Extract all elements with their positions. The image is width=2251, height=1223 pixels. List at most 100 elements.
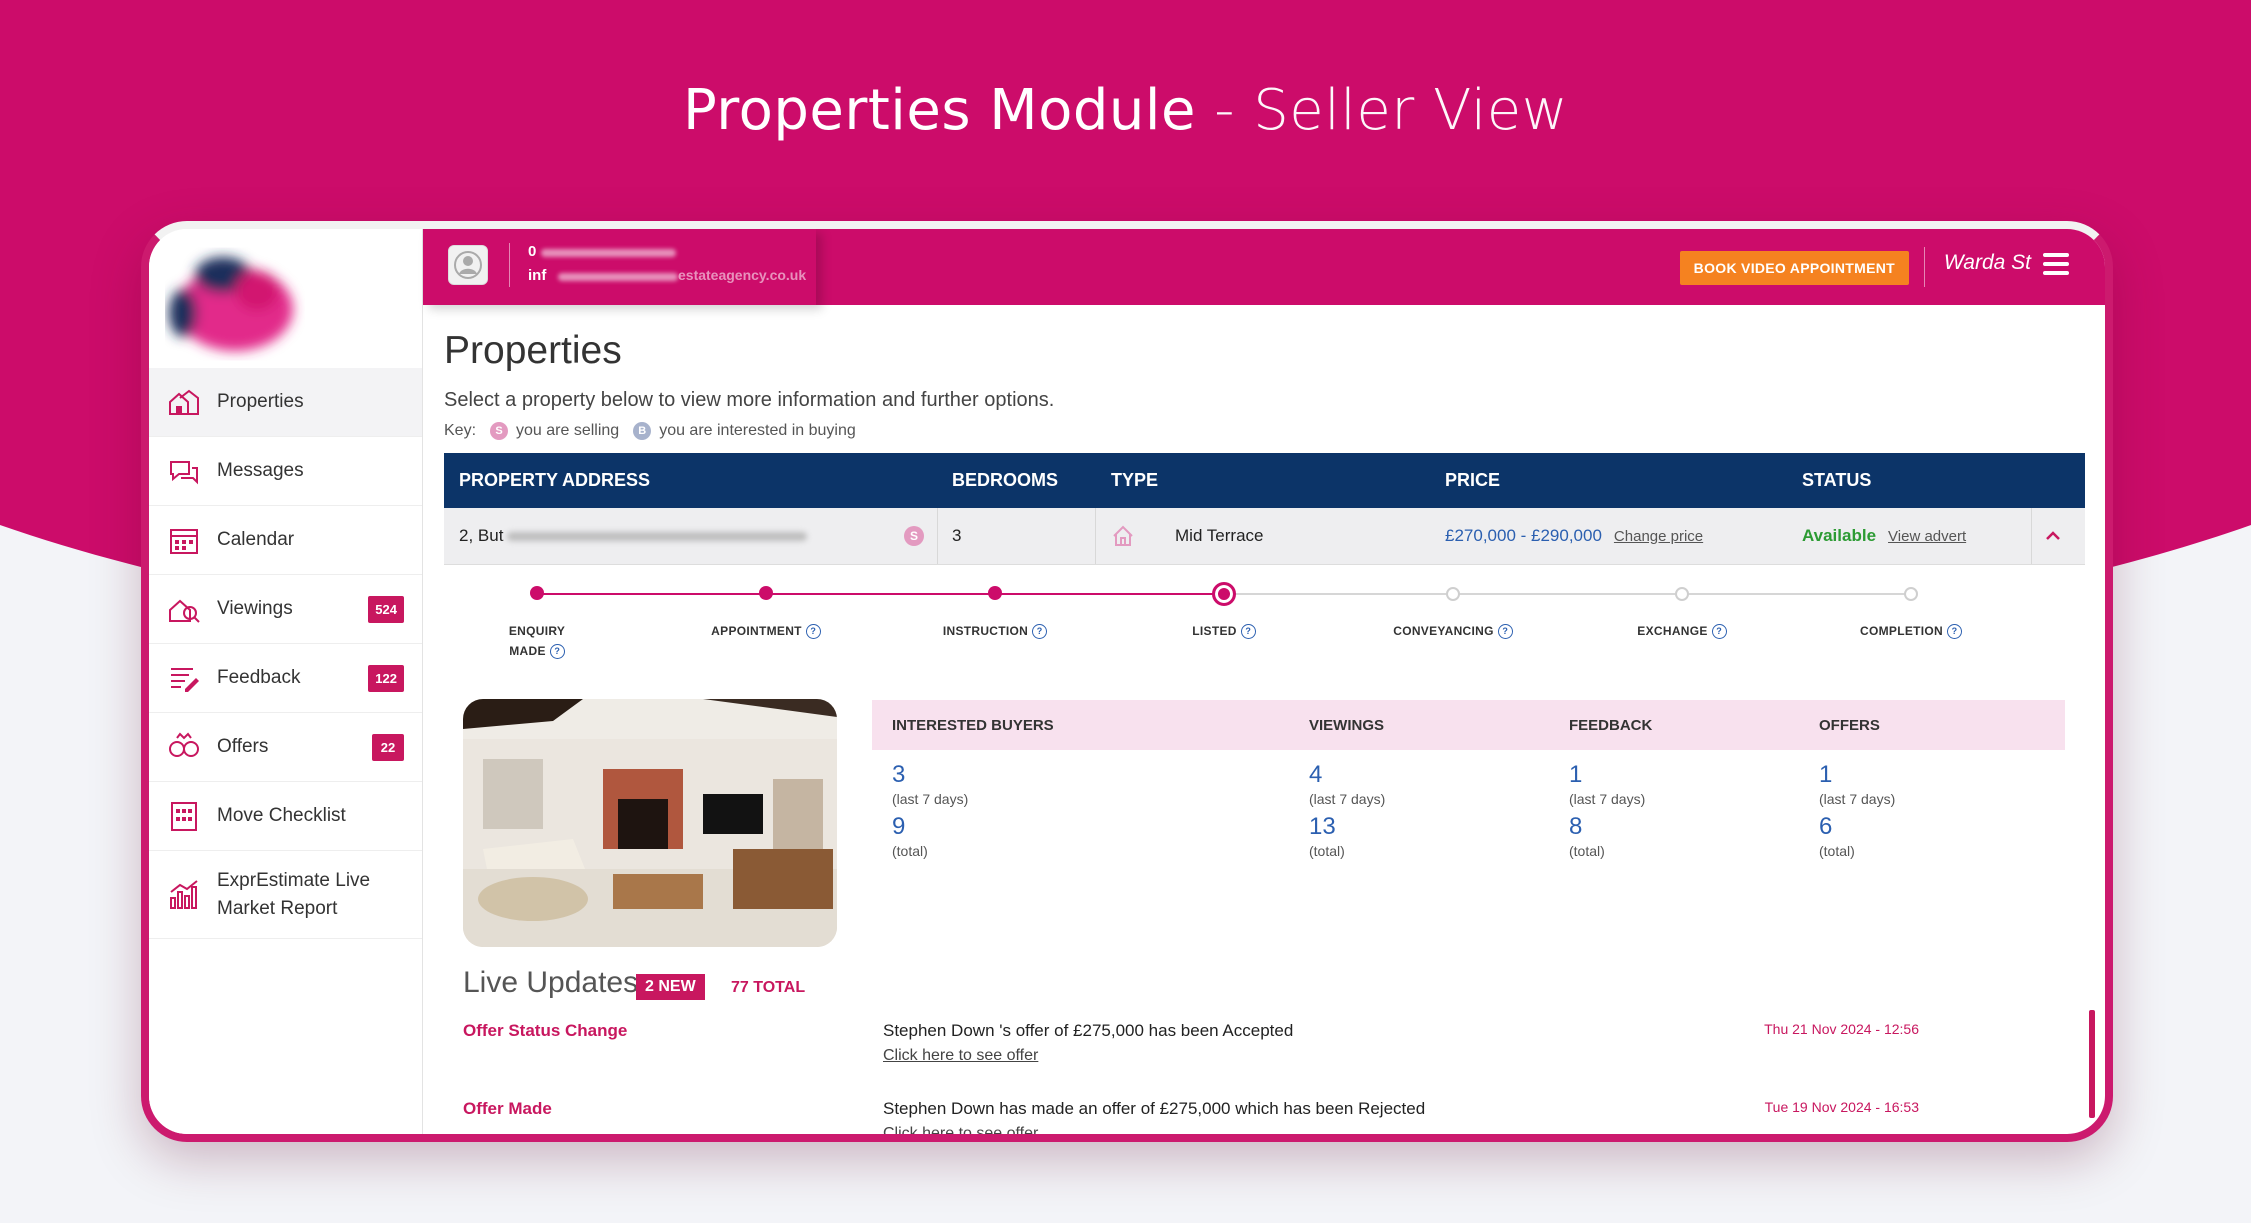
help-icon[interactable]: ? bbox=[1240, 624, 1256, 640]
sidebar-item-properties[interactable]: Properties bbox=[149, 368, 422, 437]
hero-title-light: - Seller View bbox=[1195, 78, 1569, 143]
progress-step-label[interactable]: ENQUIRY MADE? bbox=[452, 621, 622, 661]
help-icon[interactable]: ? bbox=[1032, 624, 1048, 640]
progress-step-dot bbox=[988, 586, 1002, 600]
blurred-email bbox=[558, 273, 678, 281]
progress-step-dot bbox=[1904, 587, 1918, 601]
row-address: 2, But bbox=[459, 508, 808, 564]
progress-step-label[interactable]: APPOINTMENT? bbox=[681, 621, 851, 641]
step-label-text: APPOINTMENT bbox=[711, 624, 802, 638]
blurred-phone bbox=[541, 249, 676, 257]
branch-name[interactable]: Warda St bbox=[1944, 251, 2031, 275]
app-window: Properties Messages Calendar Viewings 52… bbox=[141, 221, 2113, 1142]
sidebar-item-label: Feedback bbox=[217, 667, 301, 688]
stat-week-value: 4 bbox=[1309, 761, 1323, 788]
stat-week-caption: (last 7 days) bbox=[1569, 791, 1646, 807]
help-icon[interactable]: ? bbox=[549, 644, 565, 660]
sidebar-item-feedback[interactable]: Feedback 122 bbox=[149, 644, 422, 713]
sidebar-item-market-report[interactable]: ExprEstimate Live Market Report bbox=[149, 851, 422, 939]
hero-title: Properties Module - Seller View bbox=[0, 78, 2251, 143]
help-icon[interactable]: ? bbox=[805, 624, 821, 640]
sidebar-item-label: Offers bbox=[217, 736, 269, 757]
key-label: Key: bbox=[444, 422, 477, 439]
progress-step-label[interactable]: EXCHANGE? bbox=[1597, 621, 1767, 641]
collapse-toggle[interactable] bbox=[2044, 508, 2062, 564]
stat-interested-buyers[interactable]: 3 (last 7 days) 9 (total) bbox=[892, 761, 968, 859]
help-icon[interactable]: ? bbox=[1497, 624, 1513, 640]
viewings-count-badge: 524 bbox=[368, 595, 404, 623]
page-title: Properties bbox=[444, 329, 622, 372]
chevron-up-icon bbox=[2046, 531, 2060, 540]
main-content: Properties Select a property below to vi… bbox=[423, 305, 2105, 1134]
stat-total-value: 8 bbox=[1569, 813, 1583, 840]
stats-header: INTERESTED BUYERS VIEWINGS FEEDBACK OFFE… bbox=[872, 700, 2065, 750]
divider bbox=[1924, 247, 1925, 287]
sidebar-item-label: Properties bbox=[217, 391, 304, 412]
hamburger-icon[interactable] bbox=[2043, 253, 2069, 275]
house-icon bbox=[1113, 525, 1133, 546]
step-label-text: ENQUIRY bbox=[508, 624, 566, 638]
updates-scrollbar[interactable] bbox=[2089, 1010, 2095, 1118]
row-type: Mid Terrace bbox=[1111, 508, 1264, 564]
stat-total-value: 9 bbox=[892, 813, 906, 840]
step-label-text: COMPLETION bbox=[1860, 624, 1943, 638]
sidebar-item-move-checklist[interactable]: Move Checklist bbox=[149, 782, 422, 851]
sidebar-item-messages[interactable]: Messages bbox=[149, 437, 422, 506]
help-icon[interactable]: ? bbox=[1711, 624, 1727, 640]
row-status: Available View advert bbox=[1802, 508, 1966, 564]
see-offer-link[interactable]: Click here to see offer bbox=[883, 1125, 1038, 1134]
buying-badge: B bbox=[633, 422, 652, 440]
table-row[interactable]: 2, But S 3 Mid Terrace £270,000 - £290,0… bbox=[444, 508, 2085, 565]
sidebar-item-label: Calendar bbox=[217, 529, 295, 550]
stat-header-viewings: VIEWINGS bbox=[1309, 717, 1385, 734]
stat-week-caption: (last 7 days) bbox=[1309, 791, 1386, 807]
stat-total-caption: (total) bbox=[1569, 843, 1605, 859]
sidebar-item-label: Messages bbox=[217, 460, 304, 481]
stat-week-value: 1 bbox=[1819, 761, 1833, 788]
change-price-link[interactable]: Change price bbox=[1614, 528, 1703, 545]
stat-week-caption: (last 7 days) bbox=[892, 791, 969, 807]
book-video-appointment-button[interactable]: BOOK VIDEO APPOINTMENT bbox=[1679, 251, 1909, 285]
stat-viewings[interactable]: 4 (last 7 days) 13 (total) bbox=[1309, 761, 1385, 859]
property-photo[interactable] bbox=[463, 699, 837, 947]
key-selling-text: you are selling bbox=[516, 422, 620, 439]
stat-total-value: 6 bbox=[1819, 813, 1833, 840]
progress-step-label[interactable]: CONVEYANCING? bbox=[1368, 621, 1538, 641]
progress-step-dot bbox=[1212, 582, 1236, 606]
help-icon[interactable]: ? bbox=[1947, 624, 1962, 640]
update-date: Thu 21 Nov 2024 - 12:56 bbox=[1764, 1021, 1919, 1037]
user-account-box[interactable]: 0 inf estateagency.co.uk bbox=[423, 229, 816, 305]
key-buying-text: you are interested in buying bbox=[659, 422, 856, 439]
status-available: Available bbox=[1802, 526, 1877, 545]
progress-track-remaining bbox=[1224, 593, 1911, 595]
total-updates-label: 77 TOTAL bbox=[731, 979, 806, 996]
stat-header-interested-buyers: INTERESTED BUYERS bbox=[892, 717, 1054, 734]
calendar-icon bbox=[170, 529, 198, 554]
address-text: 2, But bbox=[459, 526, 504, 545]
sidebar-item-viewings[interactable]: Viewings 524 bbox=[149, 575, 422, 644]
new-updates-badge: 2 NEW bbox=[636, 974, 705, 1000]
header-type: TYPE bbox=[1111, 470, 1159, 490]
update-date: Tue 19 Nov 2024 - 16:53 bbox=[1764, 1099, 1919, 1115]
progress-step-dot bbox=[759, 586, 773, 600]
logo bbox=[169, 257, 293, 351]
stat-feedback[interactable]: 1 (last 7 days) 8 (total) bbox=[1569, 761, 1645, 859]
sidebar-item-offers[interactable]: Offers 22 bbox=[149, 713, 422, 782]
progress-step-label[interactable]: LISTED? bbox=[1139, 621, 1309, 641]
step-label-text: MADE bbox=[509, 644, 546, 658]
selling-badge: S bbox=[904, 526, 924, 546]
selling-badge: S bbox=[490, 422, 509, 440]
update-type: Offer Status Change bbox=[463, 1021, 628, 1040]
view-advert-link[interactable]: View advert bbox=[1888, 528, 1966, 545]
progress-step-label[interactable]: COMPLETION? bbox=[1826, 621, 1996, 641]
progress-track-complete bbox=[537, 593, 1224, 595]
page-subtitle: Select a property below to view more inf… bbox=[444, 389, 1055, 411]
progress-step-label[interactable]: INSTRUCTION? bbox=[910, 621, 1080, 641]
sidebar-item-label: ExprEstimate Live Market Report bbox=[217, 869, 371, 919]
see-offer-link[interactable]: Click here to see offer bbox=[883, 1047, 1038, 1065]
sidebar-item-calendar[interactable]: Calendar bbox=[149, 506, 422, 575]
hero-title-strong: Properties Module bbox=[682, 78, 1196, 143]
stat-offers[interactable]: 1 (last 7 days) 6 (total) bbox=[1819, 761, 1895, 859]
header-status: STATUS bbox=[1802, 470, 1872, 490]
price-range: £270,000 - £290,000 bbox=[1445, 526, 1602, 545]
